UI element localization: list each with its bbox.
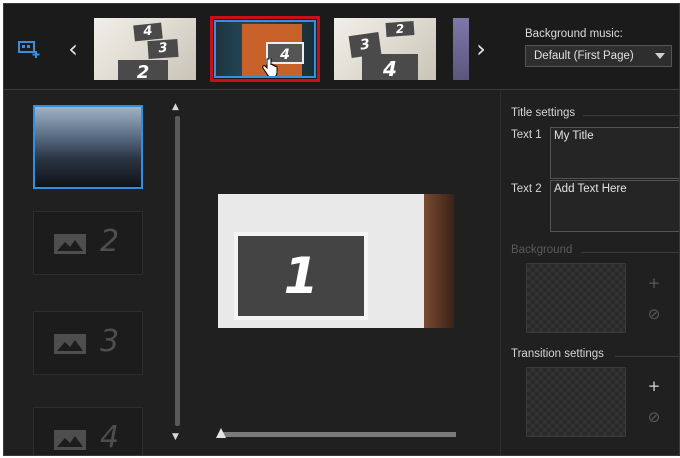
image-placeholder-icon <box>54 334 86 354</box>
photo-number-label: 4 <box>362 54 418 80</box>
template-strip: ‹ 4 3 2 4 2 3 4 › Background music: Defa… <box>4 4 679 90</box>
text2-field[interactable]: Add Text Here <box>550 180 679 232</box>
previous-arrow-button[interactable]: ‹ <box>66 36 80 62</box>
photo-number-label: 3 <box>147 38 179 60</box>
text1-field[interactable]: My Title <box>550 127 679 179</box>
photo-frame-number: 1 <box>238 236 364 316</box>
divider <box>615 356 679 357</box>
slide-preview: 1 <box>218 194 454 328</box>
slide-item-2[interactable]: 2 <box>33 211 143 275</box>
slide-number: 4 <box>100 420 120 455</box>
slide-list: 2 3 4 <box>4 91 189 455</box>
add-background-icon[interactable]: + <box>646 274 662 292</box>
app-window: ‹ 4 3 2 4 2 3 4 › Background music: Defa… <box>3 3 680 456</box>
background-preview[interactable] <box>526 263 626 333</box>
slide-number: 2 <box>100 224 120 259</box>
slide-item-4[interactable]: 4 <box>33 407 143 455</box>
image-placeholder-icon <box>54 234 86 254</box>
slide-number: 3 <box>100 324 120 359</box>
slide-item-1[interactable] <box>33 105 143 189</box>
photo-number-label: 2 <box>118 60 168 80</box>
transition-preview[interactable] <box>526 367 626 437</box>
add-photo-button[interactable] <box>17 37 41 59</box>
divider <box>583 115 679 116</box>
template-thumbnail-1[interactable]: 4 3 2 <box>94 18 196 80</box>
slide-list-scrollbar[interactable]: ▲ ▼ <box>172 102 182 442</box>
background-heading: Background <box>511 244 573 256</box>
scroll-down-arrow-icon[interactable]: ▼ <box>172 432 179 442</box>
transition-settings-heading: Transition settings <box>511 348 604 360</box>
hand-cursor-icon <box>262 58 278 76</box>
remove-background-icon[interactable]: ⊘ <box>646 305 662 323</box>
template-thumbnail-3[interactable]: 2 3 4 <box>334 18 436 80</box>
image-placeholder-icon <box>54 430 86 450</box>
template-thumbnail-4[interactable] <box>453 18 469 80</box>
photo-number-label: 4 <box>133 22 163 42</box>
slider-handle[interactable] <box>216 428 226 438</box>
add-transition-icon[interactable]: + <box>646 377 662 395</box>
photo-frame[interactable]: 1 <box>234 232 368 320</box>
photo-number-label: 2 <box>385 21 415 37</box>
background-music-label: Background music: <box>525 28 623 40</box>
next-arrow-button[interactable]: › <box>474 36 488 62</box>
chevron-down-icon <box>655 53 665 59</box>
scroll-up-arrow-icon[interactable]: ▲ <box>172 102 179 112</box>
slide-item-3[interactable]: 3 <box>33 311 143 375</box>
preview-timeline-slider[interactable] <box>216 428 456 442</box>
slider-track[interactable] <box>220 432 456 437</box>
book-edge <box>424 194 454 328</box>
add-photo-icon <box>18 41 40 58</box>
title-settings-heading: Title settings <box>511 107 576 119</box>
background-music-dropdown[interactable]: Default (First Page) <box>525 45 672 67</box>
slide-photo <box>35 107 141 187</box>
template-thumbnail-2-selected[interactable]: 4 <box>210 16 320 82</box>
divider <box>581 252 679 253</box>
thumbnail-image <box>453 18 469 80</box>
remove-transition-icon[interactable]: ⊘ <box>646 408 662 426</box>
scrollbar-thumb[interactable] <box>175 116 180 426</box>
background-music-value: Default (First Page) <box>534 50 634 62</box>
text1-label: Text 1 <box>511 129 542 141</box>
settings-panel: Title settings Text 1 My Title Text 2 Ad… <box>500 91 679 455</box>
text2-label: Text 2 <box>511 183 542 195</box>
